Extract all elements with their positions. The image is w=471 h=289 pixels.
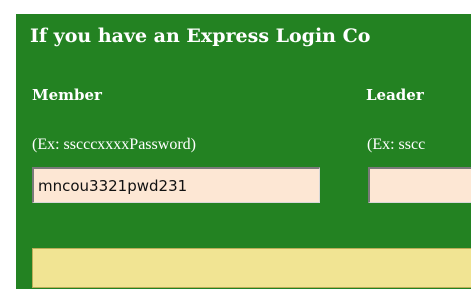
panel-title: If you have an Express Login Co: [30, 25, 371, 47]
leader-code-input[interactable]: [368, 167, 471, 203]
submit-button[interactable]: [32, 248, 471, 288]
express-login-panel: If you have an Express Login Co Member L…: [16, 14, 471, 289]
member-code-input[interactable]: [32, 167, 320, 203]
member-hint: (Ex: sscccxxxxPassword): [32, 136, 196, 153]
member-label: Member: [32, 86, 102, 104]
leader-hint: (Ex: sscc: [367, 136, 426, 153]
leader-label: Leader: [366, 86, 424, 104]
